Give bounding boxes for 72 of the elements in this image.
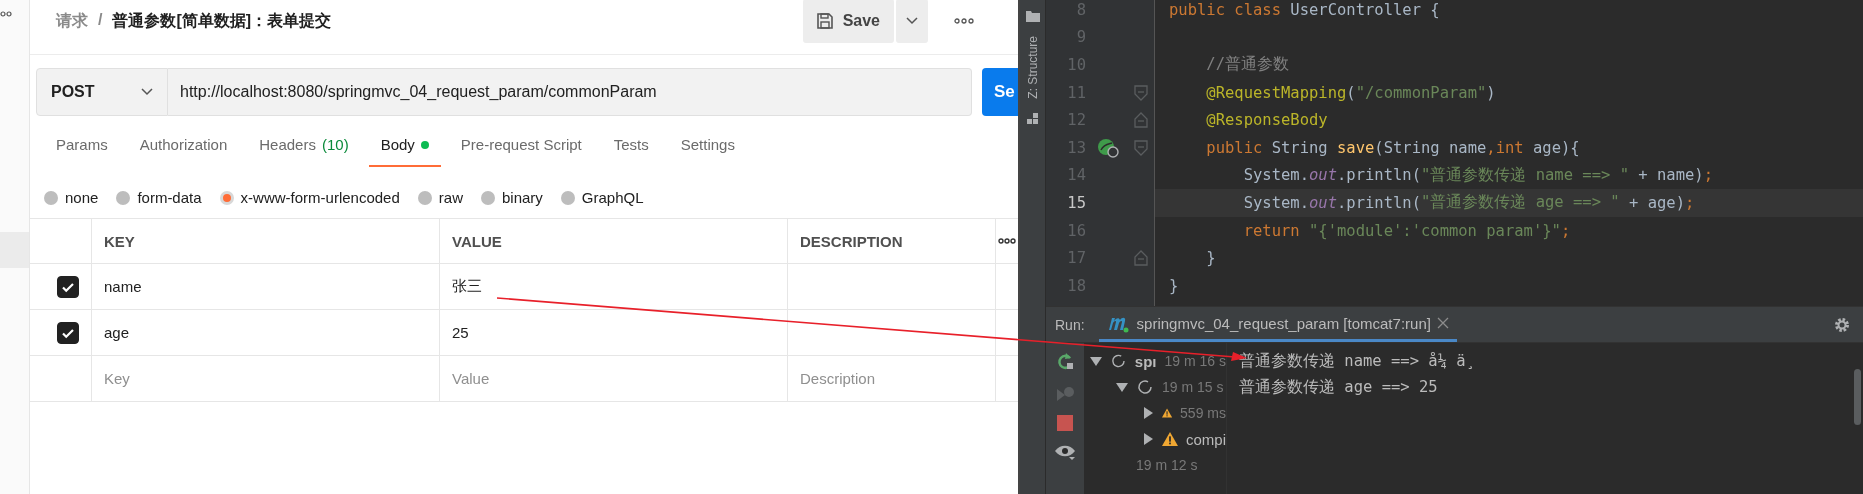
caret-icon — [906, 17, 918, 25]
more-icon[interactable] — [0, 11, 12, 17]
table-cell: 张三 — [440, 264, 788, 309]
tree-item[interactable]: spı — [1134, 352, 1157, 370]
close-icon[interactable] — [1436, 317, 1449, 329]
request-tab[interactable]: Tests — [601, 126, 661, 167]
code-line: public class UserController { — [1168, 0, 1441, 21]
tree-item[interactable]: compi — [1186, 430, 1226, 448]
rerun-icon[interactable] — [1055, 351, 1075, 371]
save-button[interactable]: Save — [802, 0, 894, 43]
body-type-radio[interactable]: GraphQL — [560, 181, 644, 214]
body-type-radio[interactable]: binary — [480, 181, 543, 214]
console-line: 普通参数传递 age ==> 25 — [1239, 376, 1439, 398]
code-line: @ResponseBody — [1205, 110, 1329, 132]
code-line: //普通参数 — [1205, 54, 1290, 76]
elapsed-time: 19 m 15 s — [1162, 379, 1224, 395]
request-tab[interactable]: Authorization — [127, 126, 240, 167]
column-header: VALUE — [440, 219, 788, 263]
spinner-icon — [1110, 352, 1127, 370]
spinner-icon — [1136, 378, 1154, 396]
structure-icon — [1026, 112, 1039, 125]
table-cell: 25 — [440, 310, 788, 355]
checkbox[interactable] — [57, 275, 79, 298]
breadcrumb-separator: / — [98, 10, 103, 30]
console-line: 普通参数传递 name ==> å¼ ä¸ — [1239, 350, 1476, 372]
caret-icon — [141, 88, 153, 96]
elapsed-time: 19 m 12 s — [1136, 457, 1198, 473]
table-input-field[interactable]: Value — [452, 370, 652, 387]
body-type-radio[interactable]: raw — [417, 181, 463, 214]
send-button[interactable]: Se — [982, 68, 1018, 116]
more-icon[interactable] — [998, 238, 1016, 244]
line-number: 15 — [1066, 193, 1086, 212]
collapsed-arrow-icon[interactable] — [1142, 433, 1154, 445]
elapsed-time: 19 m 16 s — [1164, 353, 1226, 369]
code-line: @RequestMapping("/commonParam") — [1205, 82, 1497, 104]
column-header: DESCRIPTION — [788, 219, 996, 263]
code-line: } — [1168, 275, 1180, 297]
more-icon[interactable] — [954, 18, 974, 24]
url-field[interactable]: http://localhost:8080/springmvc_04_request_param/commonParam — [168, 68, 972, 116]
collapsed-arrow-icon[interactable] — [1142, 407, 1154, 419]
request-tab[interactable]: Pre-request Script — [448, 126, 594, 167]
method-dropdown[interactable]: POST — [36, 68, 168, 116]
eye-icon[interactable] — [1054, 443, 1076, 461]
body-type-radio[interactable]: x-www-form-urlencoded — [219, 181, 400, 214]
save-icon — [814, 11, 835, 31]
settings-icon[interactable] — [1833, 315, 1851, 334]
request-tab[interactable]: Params — [44, 126, 120, 167]
expanded-arrow-icon[interactable] — [1090, 355, 1102, 367]
expanded-arrow-icon[interactable] — [1116, 381, 1128, 393]
request-title: 普通参数[简单数据]：表单提交 — [112, 10, 332, 31]
table-input-field[interactable]: Key — [104, 370, 304, 387]
checkbox[interactable] — [57, 321, 79, 344]
run-tab[interactable]: springmvc_04_request_param [tomcat7:run] — [1098, 307, 1457, 342]
structure-tab[interactable]: Z: Structure — [1025, 36, 1040, 99]
bean-icon — [1097, 137, 1119, 158]
code-line: } — [1205, 248, 1217, 270]
request-tab[interactable]: Body — [368, 126, 441, 167]
table-input-field[interactable]: Description — [800, 370, 999, 387]
table-cell: name — [92, 264, 440, 309]
column-header: KEY — [92, 219, 440, 263]
scrollbar[interactable] — [1854, 369, 1861, 425]
code-line: return "{'module':'common param'}"; — [1242, 220, 1572, 242]
folder-icon[interactable] — [1025, 10, 1040, 22]
request-tab[interactable]: Headers (10) — [247, 126, 361, 167]
table-cell: age — [92, 310, 440, 355]
code-line: public String save(String name,int age){ — [1205, 137, 1581, 159]
run-label: Run: — [1054, 315, 1086, 335]
body-type-radio[interactable]: none — [44, 181, 99, 214]
body-type-radio[interactable]: form-data — [116, 181, 202, 214]
request-tab[interactable]: Settings — [668, 126, 747, 167]
code-line: System.out.println("普通参数传递 name ==> " + name); — [1242, 164, 1714, 187]
elapsed-time: 559 ms — [1180, 405, 1226, 421]
